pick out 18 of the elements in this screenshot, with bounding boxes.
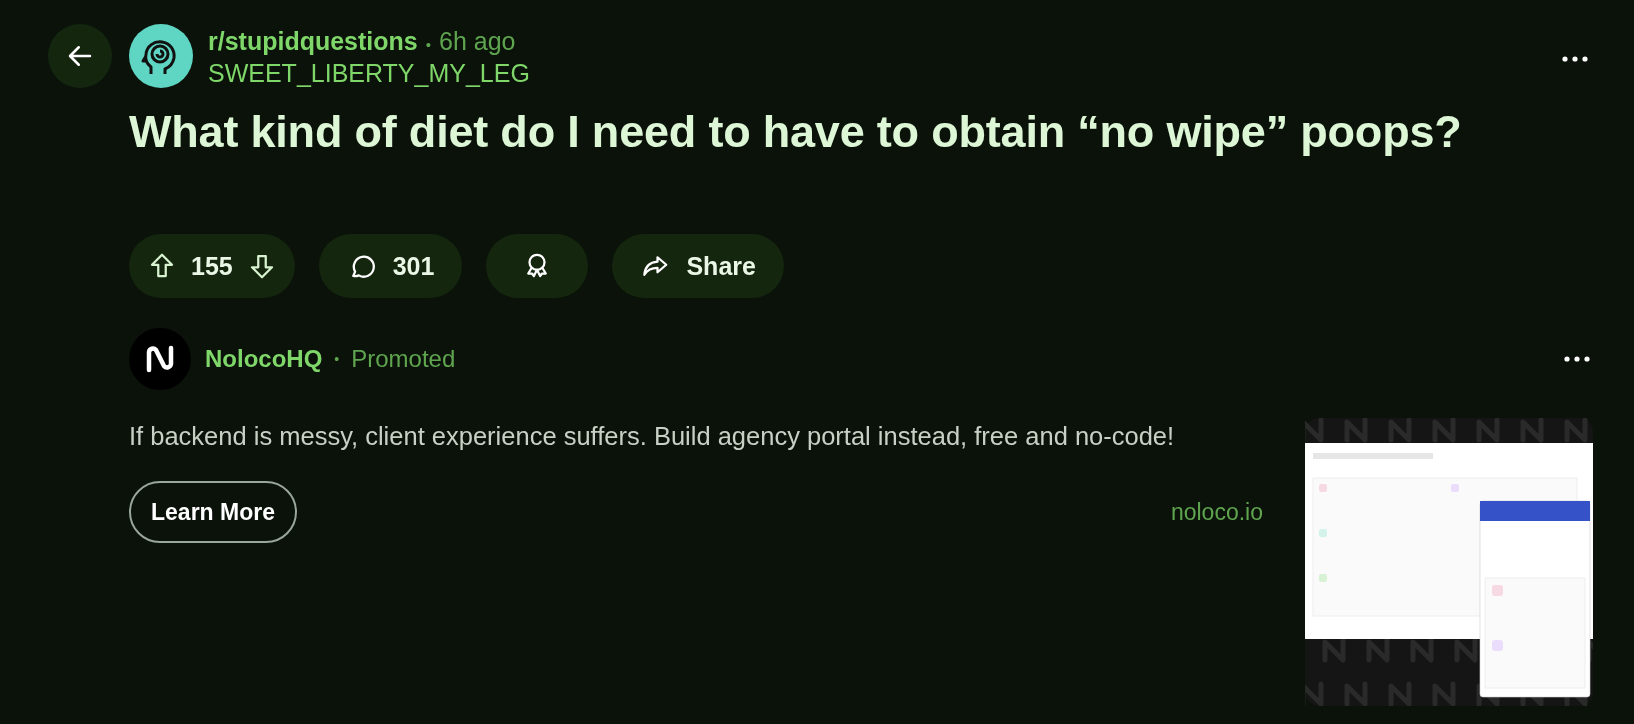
promoted-label: Promoted: [351, 345, 456, 373]
vote-count: 155: [191, 251, 233, 281]
ad-domain-link[interactable]: noloco.io: [1170, 498, 1263, 526]
ad-text: If backend is messy, client experience suffers. Build agency portal instead, free and no-code!: [129, 421, 1176, 452]
share-button[interactable]: Share: [612, 234, 784, 298]
advertiser-logo-icon: [129, 328, 191, 390]
subreddit-link[interactable]: r/stupidquestions: [208, 27, 418, 56]
post-age: 6h ago: [439, 27, 516, 56]
comments-button[interactable]: 301: [318, 234, 463, 298]
subreddit-avatar-icon: [129, 24, 193, 88]
author-link[interactable]: SWEET_LIBERTY_MY_LEG: [208, 59, 530, 88]
separator-dot: •: [334, 351, 340, 367]
advertiser-name[interactable]: NolocoHQ: [205, 345, 323, 373]
post-title: What kind of diet do I need to have to obtain “no wipe” poops?: [129, 106, 1463, 158]
more-icon: [1562, 56, 1588, 62]
separator-dot: •: [425, 36, 431, 53]
learn-more-button[interactable]: Learn More: [129, 481, 297, 543]
more-icon: [1564, 356, 1590, 362]
